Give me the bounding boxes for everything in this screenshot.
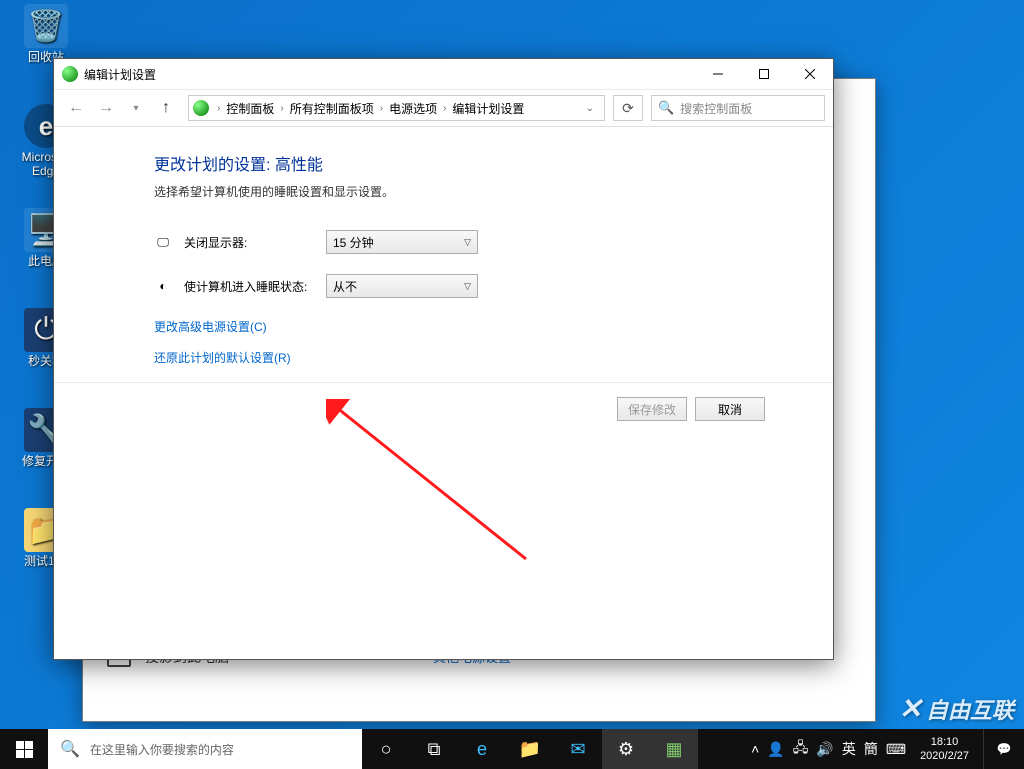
action-center-button[interactable]: 💬 <box>983 729 1024 769</box>
minimize-button[interactable] <box>695 59 741 89</box>
tray-ime-lang[interactable]: 英 <box>842 739 856 759</box>
taskbar-app-control-panel[interactable]: ▦ <box>650 729 698 769</box>
sleep-dropdown[interactable]: 从不 ▽ <box>326 274 478 298</box>
window-title: 编辑计划设置 <box>84 66 695 83</box>
taskbar-app-explorer[interactable]: 📁 <box>506 729 554 769</box>
windows-logo-icon <box>16 741 33 758</box>
tray-volume-icon[interactable]: 🔊 <box>816 741 833 758</box>
maximize-button[interactable] <box>741 59 787 89</box>
taskbar-clock[interactable]: 18:10 2020/2/27 <box>914 735 975 763</box>
chevron-down-icon: ▽ <box>464 281 471 292</box>
divider <box>54 382 833 383</box>
tray-keyboard-icon[interactable]: ⌨ <box>886 741 906 758</box>
up-button[interactable]: ↑ <box>152 94 180 122</box>
breadcrumb-item[interactable]: 控制面板 <box>224 100 276 117</box>
breadcrumb-item[interactable]: 所有控制面板项 <box>288 100 376 117</box>
save-button[interactable]: 保存修改 <box>617 397 687 421</box>
page-title: 更改计划的设置: 高性能 <box>154 151 803 175</box>
page-subtitle: 选择希望计算机使用的睡眠设置和显示设置。 <box>154 183 803 200</box>
moon-icon: ◐ <box>154 277 172 295</box>
annotation-arrow <box>326 399 546 579</box>
recycle-bin-icon: 🗑️ <box>24 4 68 48</box>
watermark: ✕自由互联 <box>899 692 1014 725</box>
titlebar: 编辑计划设置 <box>54 59 833 89</box>
taskbar: 🔍 在这里输入你要搜索的内容 ○ ⧉ e 📁 ✉ ⚙ ▦ ˄ 👤 🖧 🔊 英 簡… <box>0 729 1024 769</box>
monitor-icon: 🖵 <box>154 233 172 251</box>
breadcrumb-item[interactable]: 编辑计划设置 <box>450 100 526 117</box>
tray-people-icon[interactable]: 👤 <box>767 741 784 758</box>
tray-ime-mode[interactable]: 簡 <box>864 739 878 759</box>
forward-button[interactable]: → <box>92 94 120 122</box>
navigation-bar: ← → ▾ ↑ › 控制面板 › 所有控制面板项 › 电源选项 › 编辑计划设置… <box>54 89 833 127</box>
display-off-dropdown[interactable]: 15 分钟 ▽ <box>326 230 478 254</box>
address-dropdown[interactable]: ⌄ <box>580 103 600 114</box>
search-icon: 🔍 <box>60 739 80 759</box>
start-button[interactable] <box>0 729 48 769</box>
back-button[interactable]: ← <box>62 94 90 122</box>
advanced-power-settings-link[interactable]: 更改高级电源设置(C) <box>154 318 803 335</box>
system-tray: ˄ 👤 🖧 🔊 英 簡 ⌨ 18:10 2020/2/27 <box>743 735 983 763</box>
control-panel-window: 编辑计划设置 ← → ▾ ↑ › 控制面板 › 所有控制面板项 › 电源选项 ›… <box>53 58 834 660</box>
recent-dropdown[interactable]: ▾ <box>122 94 150 122</box>
desktop: 🗑️ 回收站 e Microsoft Edge 🖥️ 此电脑 ⏻ 秒关程 🔧 修… <box>0 0 1024 769</box>
breadcrumb-item[interactable]: 电源选项 <box>387 100 439 117</box>
power-options-icon <box>62 66 78 82</box>
search-input[interactable]: 🔍 搜索控制面板 <box>651 95 825 121</box>
chevron-down-icon: ▽ <box>464 237 471 248</box>
cancel-button[interactable]: 取消 <box>695 397 765 421</box>
taskbar-app-mail[interactable]: ✉ <box>554 729 602 769</box>
tray-network-icon[interactable]: 🖧 <box>793 737 809 761</box>
power-options-icon <box>193 100 209 116</box>
tray-chevron-up-icon[interactable]: ˄ <box>751 741 759 757</box>
search-icon: 🔍 <box>658 100 674 116</box>
content-area: 更改计划的设置: 高性能 选择希望计算机使用的睡眠设置和显示设置。 🖵 关闭显示… <box>54 127 833 421</box>
taskbar-search[interactable]: 🔍 在这里输入你要搜索的内容 <box>48 729 362 769</box>
taskbar-app-settings[interactable]: ⚙ <box>602 729 650 769</box>
taskbar-app-edge[interactable]: e <box>458 729 506 769</box>
restore-defaults-link[interactable]: 还原此计划的默认设置(R) <box>154 349 803 366</box>
row-display-off: 🖵 关闭显示器: 15 分钟 ▽ <box>154 230 803 254</box>
cortana-button[interactable]: ○ <box>362 729 410 769</box>
close-button[interactable] <box>787 59 833 89</box>
desktop-icon-recycle-bin[interactable]: 🗑️ 回收站 <box>8 4 84 64</box>
task-view-button[interactable]: ⧉ <box>410 729 458 769</box>
row-sleep: ◐ 使计算机进入睡眠状态: 从不 ▽ <box>154 274 803 298</box>
address-bar[interactable]: › 控制面板 › 所有控制面板项 › 电源选项 › 编辑计划设置 ⌄ <box>188 95 605 121</box>
refresh-button[interactable]: ⟳ <box>613 95 643 121</box>
